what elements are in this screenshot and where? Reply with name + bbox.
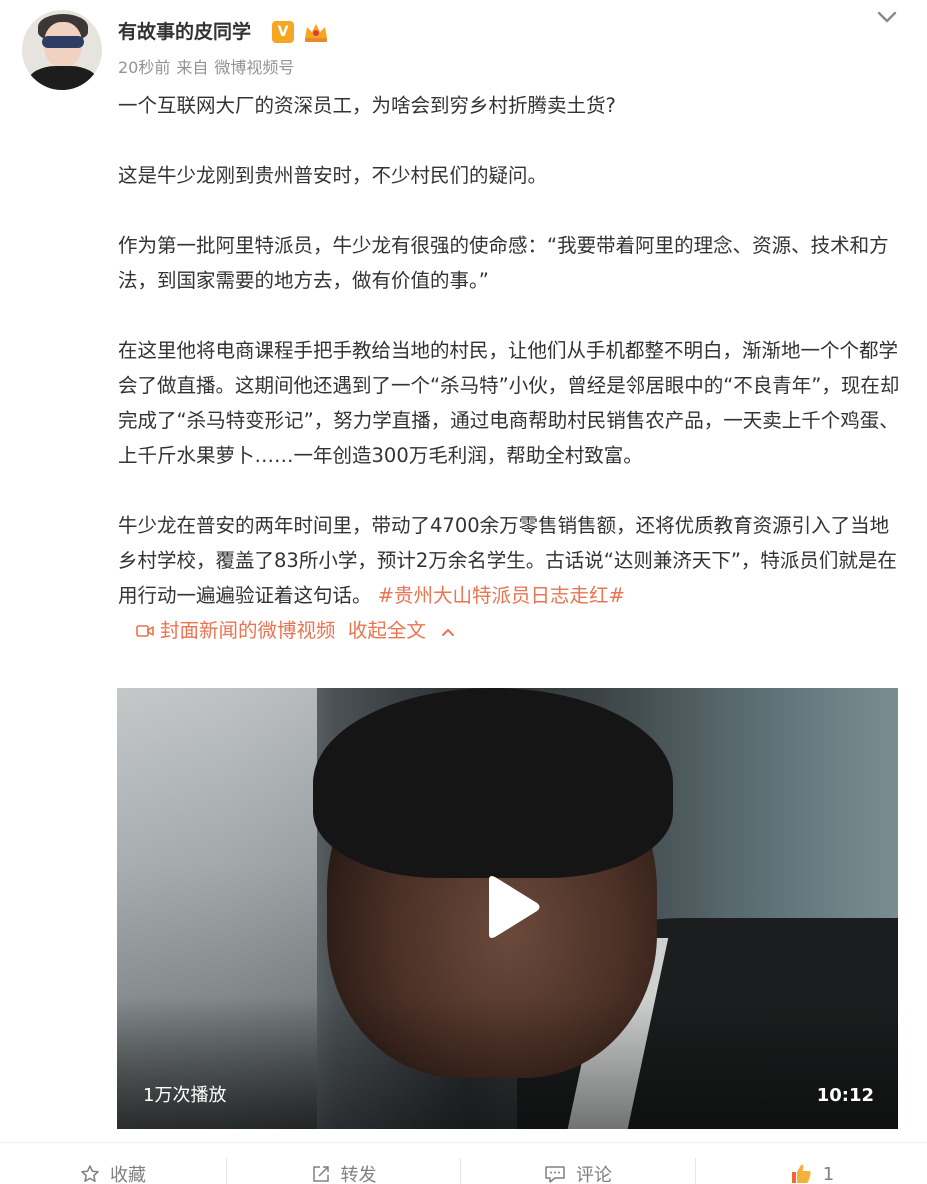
- post-links: 封面新闻的微博视频 收起全文: [118, 613, 908, 648]
- avatar[interactable]: [22, 10, 102, 90]
- comment-icon: [545, 1166, 565, 1183]
- collapse-link[interactable]: 收起全文: [348, 619, 426, 642]
- repost-button[interactable]: 转发: [227, 1156, 460, 1184]
- chevron-up-icon[interactable]: [440, 626, 456, 638]
- source-prefix: 来自: [176, 58, 209, 77]
- play-icon[interactable]: [483, 872, 543, 942]
- repost-icon: [312, 1166, 329, 1182]
- paragraph: 牛少龙在普安的两年时间里，带动了4700余万零售销售额，还将优质教育资源引入了当…: [118, 508, 908, 613]
- divider: [0, 1142, 927, 1143]
- comment-label: 评论: [576, 1165, 612, 1184]
- post-source[interactable]: 微博视频号: [214, 58, 294, 77]
- video-source-link[interactable]: 封面新闻的微博视频: [160, 619, 336, 642]
- paragraph: 作为第一批阿里特派员，牛少龙有很强的使命感：“我要带着阿里的理念、资源、技术和方…: [118, 234, 889, 292]
- paragraph: 这是牛少龙刚到贵州普安时，不少村民们的疑问。: [118, 164, 548, 187]
- video-duration: 10:12: [816, 1085, 874, 1106]
- video-camera-icon: [136, 625, 154, 637]
- username[interactable]: 有故事的皮同学: [118, 20, 251, 44]
- like-count: 1: [822, 1163, 835, 1184]
- thumbs-up-icon: [791, 1164, 811, 1183]
- paragraph: 一个互联网大厂的资深员工，为啥会到穷乡村折腾卖土货?: [118, 94, 616, 117]
- crown-icon: [305, 24, 327, 42]
- post-meta: 20秒前 来自 微博视频号: [118, 57, 300, 79]
- action-bar: 收藏 转发 评论 1: [0, 1156, 927, 1184]
- chevron-down-icon[interactable]: [874, 6, 900, 28]
- play-count: 1万次播放: [143, 1085, 227, 1106]
- repost-label: 转发: [340, 1165, 377, 1184]
- like-button[interactable]: 1: [696, 1156, 927, 1184]
- post-time[interactable]: 20秒前: [118, 58, 170, 77]
- star-icon: [81, 1165, 99, 1182]
- paragraph: 在这里他将电商课程手把手教给当地的村民，让他们从手机都整不明白，渐渐地一个个都学…: [118, 339, 900, 467]
- comment-button[interactable]: 评论: [461, 1156, 695, 1184]
- topic-link[interactable]: #贵州大山特派员日志走红#: [378, 584, 625, 607]
- video-player[interactable]: 1万次播放 10:12: [117, 688, 898, 1129]
- favorite-button[interactable]: 收藏: [0, 1156, 226, 1184]
- post-content: 一个互联网大厂的资深员工，为啥会到穷乡村折腾卖土货? 这是牛少龙刚到贵州普安时，…: [118, 88, 908, 648]
- verified-v-icon: V: [272, 21, 294, 43]
- favorite-label: 收藏: [110, 1165, 146, 1184]
